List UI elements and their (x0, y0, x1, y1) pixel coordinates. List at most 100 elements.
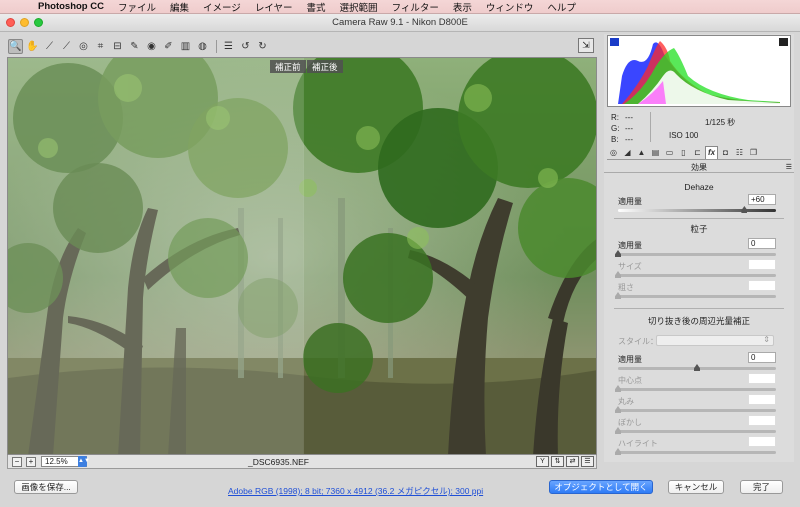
menu-view[interactable]: 表示 (453, 0, 472, 14)
preferences-button[interactable]: ☰ (221, 39, 236, 54)
grain-roughness-thumb[interactable] (615, 292, 621, 299)
tab-camera[interactable]: ◘ (719, 146, 732, 159)
done-button[interactable]: 完了 (740, 480, 783, 494)
view-mode-y-icon[interactable]: Y (536, 456, 549, 467)
vignette-midpoint-input[interactable] (748, 373, 776, 384)
view-mode-buttons: Y ⇅ ⇄ ☰ (536, 456, 594, 467)
before-after-divider (303, 58, 304, 454)
vignette-amount-input[interactable]: 0 (748, 352, 776, 363)
grain-size-input[interactable] (748, 259, 776, 270)
grain-roughness-input[interactable] (748, 280, 776, 291)
menu-edit[interactable]: 編集 (170, 0, 189, 14)
highlight-clipping-toggle[interactable] (779, 38, 788, 46)
red-eye-tool-button[interactable]: ◉ (144, 39, 159, 54)
tab-effects[interactable]: fx (705, 145, 718, 159)
iso-value: ISO 100 (669, 131, 699, 140)
rotate-ccw-icon: ↺ (241, 40, 250, 52)
shadow-clipping-toggle[interactable] (610, 38, 619, 46)
dehaze-slider-track[interactable] (618, 209, 776, 212)
menu-select[interactable]: 選択範囲 (340, 0, 378, 14)
spot-removal-tool-button[interactable]: ✎ (127, 39, 142, 54)
close-window-button[interactable] (6, 18, 15, 27)
vignette-amount-thumb[interactable] (694, 364, 700, 371)
zoom-icon: 🔍 (9, 40, 22, 52)
dehaze-amount-input[interactable]: +60 (748, 194, 776, 205)
rotate-ccw-button[interactable]: ↺ (238, 39, 253, 54)
grain-amount-slider[interactable] (618, 253, 776, 256)
tab-snapshots[interactable]: ❐ (747, 146, 760, 159)
vignette-roundness-thumb[interactable] (615, 406, 621, 413)
radial-filter-tool-button[interactable]: ◍ (195, 39, 210, 54)
dehaze-amount-label: 適用量 (618, 197, 642, 206)
grain-size-label: サイズ (618, 262, 642, 271)
workflow-options-link[interactable]: Adobe RGB (1998); 8 bit; 7360 x 4912 (36… (228, 485, 483, 497)
zoom-tool-button[interactable]: 🔍 (8, 38, 23, 54)
r-label: R: (611, 113, 619, 122)
tab-lens-corrections[interactable]: ▯ (677, 146, 690, 159)
vignette-feather-input[interactable] (748, 415, 776, 426)
zoom-in-button[interactable]: + (26, 456, 36, 467)
vignette-highlights-input[interactable] (748, 436, 776, 447)
menu-type[interactable]: 書式 (307, 0, 326, 14)
tab-basic[interactable]: ◎ (607, 146, 620, 159)
vignette-feather-slider[interactable] (618, 430, 776, 433)
image-preview[interactable]: 補正前 補正後 (7, 57, 597, 455)
rotate-cw-button[interactable]: ↻ (255, 39, 270, 54)
minimize-window-button[interactable] (20, 18, 29, 27)
menu-file[interactable]: ファイル (118, 0, 156, 14)
straighten-tool-button[interactable]: ⊟ (110, 39, 125, 54)
crop-tool-button[interactable]: ⌗ (93, 39, 108, 54)
vignette-style-select[interactable] (656, 335, 774, 346)
vignette-roundness-input[interactable] (748, 394, 776, 405)
vignette-highlights-slider[interactable] (618, 451, 776, 454)
dehaze-slider-thumb[interactable] (741, 206, 748, 213)
maximize-window-button[interactable] (34, 18, 43, 27)
panel-menu-icon[interactable]: ☰ (786, 163, 792, 171)
grain-roughness-slider[interactable] (618, 295, 776, 298)
toggle-settings-icon[interactable]: ☰ (581, 456, 594, 467)
fullscreen-toggle-button[interactable]: ⇲ (578, 38, 594, 53)
swap-before-after-icon[interactable]: ⇅ (551, 456, 564, 467)
grain-size-thumb[interactable] (615, 271, 621, 278)
vignette-midpoint-slider[interactable] (618, 388, 776, 391)
zoom-level-select[interactable]: 12.5% ▲▼ (41, 456, 90, 467)
copy-settings-icon[interactable]: ⇄ (566, 456, 579, 467)
tab-tone-curve[interactable]: ◢ (621, 146, 634, 159)
list-icon: ☰ (224, 40, 233, 52)
vignette-highlights-label: ハイライト (618, 439, 658, 448)
zoom-out-button[interactable]: − (12, 456, 22, 467)
adjustment-brush-tool-button[interactable]: ✐ (161, 39, 176, 54)
cancel-button[interactable]: キャンセル (668, 480, 724, 494)
white-balance-tool-button[interactable]: ⟋ (42, 39, 57, 54)
tab-hsl[interactable]: ▤ (649, 146, 662, 159)
rotate-cw-icon: ↻ (258, 40, 267, 52)
target-icon: ◎ (79, 40, 88, 52)
vignette-highlights-thumb[interactable] (615, 448, 621, 455)
color-sampler-tool-button[interactable]: ⟋ (59, 39, 74, 54)
menu-image[interactable]: イメージ (203, 0, 241, 14)
graduated-filter-tool-button[interactable]: ▥ (178, 39, 193, 54)
targeted-adjustment-tool-button[interactable]: ◎ (76, 39, 91, 54)
tab-detail[interactable]: ▲ (635, 146, 648, 159)
dialog-footer: 画像を保存... Adobe RGB (1998); 8 bit; 7360 x… (0, 470, 800, 507)
tab-split-toning[interactable]: ▭ (663, 146, 676, 159)
vignette-midpoint-thumb[interactable] (615, 385, 621, 392)
vignette-roundness-slider[interactable] (618, 409, 776, 412)
tab-camera-calibration[interactable]: ⊏ (691, 146, 704, 159)
menu-window[interactable]: ウィンドウ (486, 0, 534, 14)
dehaze-section-title: Dehaze (684, 182, 714, 192)
grain-roughness-row: 粗さ (615, 280, 776, 304)
radial-filter-icon: ◍ (198, 40, 207, 52)
vignette-feather-thumb[interactable] (615, 427, 621, 434)
open-object-button[interactable]: オブジェクトとして開く (549, 480, 653, 494)
grain-amount-thumb[interactable] (615, 250, 621, 257)
grain-amount-input[interactable]: 0 (748, 238, 776, 249)
grain-size-slider[interactable] (618, 274, 776, 277)
menu-help[interactable]: ヘルプ (547, 0, 576, 14)
tab-presets[interactable]: ☷ (733, 146, 746, 159)
menu-app-name[interactable]: Photoshop CC (38, 1, 104, 12)
menu-layer[interactable]: レイヤー (255, 0, 293, 14)
menu-filter[interactable]: フィルター (392, 0, 439, 14)
save-image-button[interactable]: 画像を保存... (14, 480, 78, 494)
hand-tool-button[interactable]: ✋ (25, 39, 40, 54)
